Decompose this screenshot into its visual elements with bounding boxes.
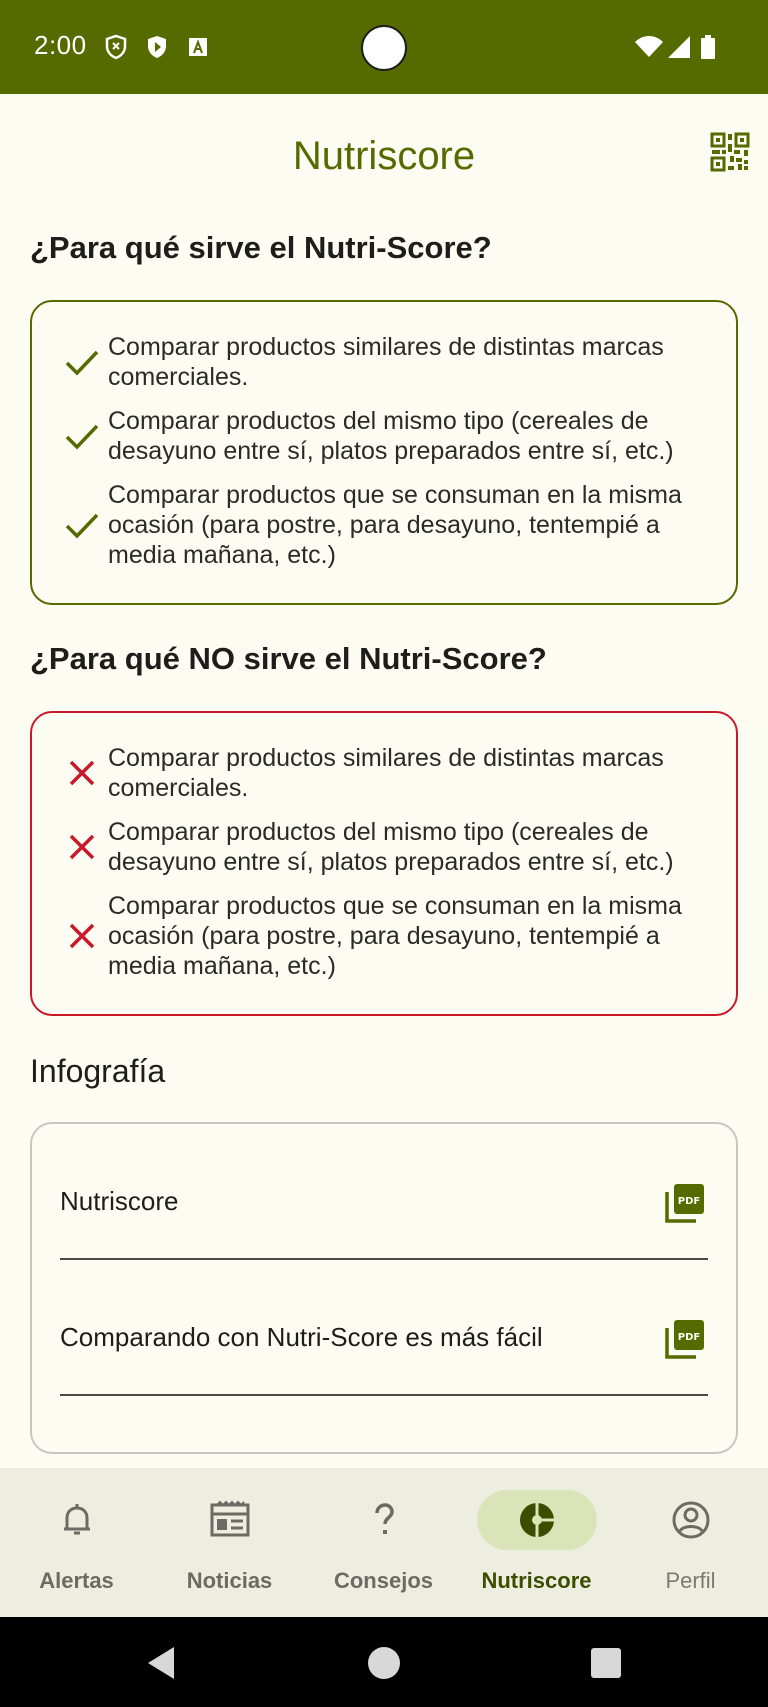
no-sirve-card: Comparar productos similares de distinta… [30, 711, 738, 1016]
list-item-text: Comparar productos del mismo tipo (cerea… [108, 407, 674, 465]
nutriscore-icon [519, 1503, 554, 1537]
back-icon[interactable] [142, 1643, 182, 1683]
question-icon [374, 1503, 394, 1534]
list-item: Comparar productos del mismo tipo (cerea… [62, 406, 706, 466]
pdf-item-label: Comparando con Nutri-Score es más fácil [60, 1322, 543, 1352]
bottom-navigation: Alertas Noticias Consejos Nutriscore Per… [0, 1468, 768, 1617]
nav-item-consejos[interactable]: Consejos [307, 1468, 460, 1617]
nav-item-perfil[interactable]: Perfil [614, 1468, 767, 1617]
section-title-sirve: ¿Para qué sirve el Nutri-Score? [30, 230, 492, 265]
list-item-text: Comparar productos que se consuman en la… [108, 892, 682, 980]
close-icon [62, 753, 102, 793]
nav-item-noticias[interactable]: Noticias [153, 1468, 306, 1617]
list-item-text: Comparar productos similares de distinta… [108, 333, 664, 391]
status-bar: 2:00 [0, 0, 768, 94]
nav-label: Consejos [333, 1568, 434, 1593]
list-item-text: Comparar productos del mismo tipo (cerea… [108, 818, 674, 876]
home-icon[interactable] [364, 1643, 404, 1683]
text-icon [189, 38, 207, 56]
nav-label: Noticias [186, 1568, 273, 1593]
list-item-text: Comparar productos que se consuman en la… [108, 481, 682, 569]
camera-cutout [361, 25, 407, 71]
list-item: Comparar productos similares de distinta… [62, 332, 706, 392]
section-title-infografia: Infografía [30, 1053, 166, 1089]
play-protect-icon [148, 36, 166, 58]
nav-icon-container [17, 1490, 137, 1550]
check-icon [62, 505, 102, 545]
newspaper-icon [210, 1500, 249, 1537]
pdf-icon[interactable]: PDF [664, 1182, 706, 1224]
pdf-icon[interactable]: PDF [664, 1318, 706, 1360]
nav-icon-container [170, 1490, 290, 1550]
list-item-text: Comparar productos similares de distinta… [108, 744, 664, 802]
nav-item-nutriscore[interactable]: Nutriscore [460, 1468, 613, 1617]
system-navigation-bar [0, 1617, 768, 1707]
page-title: Nutriscore [292, 134, 476, 178]
status-time: 2:00 [34, 30, 87, 60]
check-icon [62, 416, 102, 456]
list-item: Comparar productos que se consuman en la… [62, 480, 706, 570]
profile-icon [672, 1501, 709, 1539]
pdf-item-comparando[interactable]: Comparando con Nutri-Score es más fácil … [60, 1260, 708, 1396]
list-item: Comparar productos del mismo tipo (cerea… [62, 817, 706, 877]
recents-icon[interactable] [586, 1643, 626, 1683]
nav-label: Alertas [39, 1568, 114, 1593]
nav-icon-container [324, 1490, 444, 1550]
nav-icon-container [631, 1490, 751, 1550]
qr-code-icon[interactable] [708, 130, 752, 174]
pdf-item-label: Nutriscore [60, 1186, 179, 1216]
list-item: Comparar productos que se consuman en la… [62, 891, 706, 981]
nav-item-alertas[interactable]: Alertas [0, 1468, 153, 1617]
nav-icon-container [476, 1490, 597, 1550]
shield-icon [105, 34, 127, 60]
bell-icon [63, 1504, 90, 1535]
svg-text:PDF: PDF [678, 1196, 700, 1207]
list-item: Comparar productos similares de distinta… [62, 743, 706, 803]
nav-label: Perfil [665, 1568, 716, 1593]
app-bar: Nutriscore [0, 94, 768, 214]
sirve-card: Comparar productos similares de distinta… [30, 300, 738, 605]
nav-label: Nutriscore [481, 1568, 592, 1593]
close-icon [62, 916, 102, 956]
close-icon [62, 827, 102, 867]
wifi-icon [635, 36, 663, 57]
check-icon [62, 342, 102, 382]
battery-icon [701, 35, 715, 59]
infografia-card: Nutriscore PDF Comparando con Nutri-Scor… [30, 1122, 738, 1454]
pdf-item-nutriscore[interactable]: Nutriscore PDF [60, 1124, 708, 1260]
section-title-no-sirve: ¿Para qué NO sirve el Nutri-Score? [30, 641, 547, 676]
svg-text:PDF: PDF [678, 1332, 700, 1343]
signal-icon [668, 36, 690, 58]
